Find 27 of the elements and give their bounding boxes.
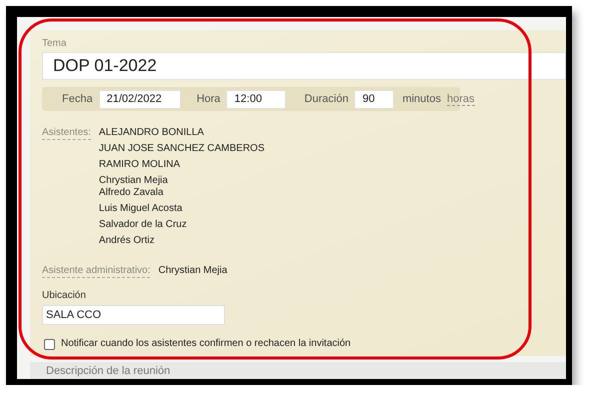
attendee-name: Alfredo Zavala bbox=[98, 187, 164, 199]
attendee-name: RAMIRO MOLINA bbox=[98, 159, 182, 171]
attendee-name: Salvador de la Cruz bbox=[98, 219, 188, 231]
attendee-name: ALEJANDRO BONILLA bbox=[98, 127, 205, 139]
time-field[interactable]: 12:00 bbox=[226, 90, 286, 108]
attendee-name: Chrystian Mejia bbox=[98, 175, 169, 187]
notify-checkbox[interactable] bbox=[44, 338, 55, 350]
topic-field[interactable]: DOP 01-2022 bbox=[42, 52, 566, 80]
date-field[interactable]: 21/02/2022 bbox=[98, 90, 181, 108]
notify-label: Notificar cuando los asistentes confirmen o rechacen la invitación bbox=[61, 338, 351, 350]
attendee-name: Luis Miguel Acosta bbox=[98, 203, 184, 215]
section-header[interactable]: Descripción de la reunión bbox=[30, 362, 566, 379]
attendee-name: Andrés Ortiz bbox=[98, 235, 156, 247]
field-label: Fecha bbox=[62, 93, 93, 105]
section-title: Descripción de la reunión bbox=[46, 365, 170, 378]
field-label: Hora bbox=[196, 93, 220, 105]
field-label: Asistente administrativo: bbox=[42, 265, 150, 278]
field-label: Ubicación bbox=[42, 290, 87, 301]
duration-field[interactable]: 90 bbox=[354, 90, 394, 108]
assistant-name: Chrystian Mejia bbox=[158, 265, 228, 277]
field-label: Tema bbox=[42, 38, 68, 50]
hours-link[interactable]: horas bbox=[446, 92, 475, 106]
unit-label: minutos bbox=[402, 93, 441, 105]
field-label: Duración bbox=[304, 93, 348, 105]
field-label: Asistentes: bbox=[42, 127, 91, 140]
attendee-name: JUAN JOSE SANCHEZ CAMBEROS bbox=[98, 143, 265, 155]
location-field[interactable]: SALA CCO bbox=[42, 305, 225, 325]
